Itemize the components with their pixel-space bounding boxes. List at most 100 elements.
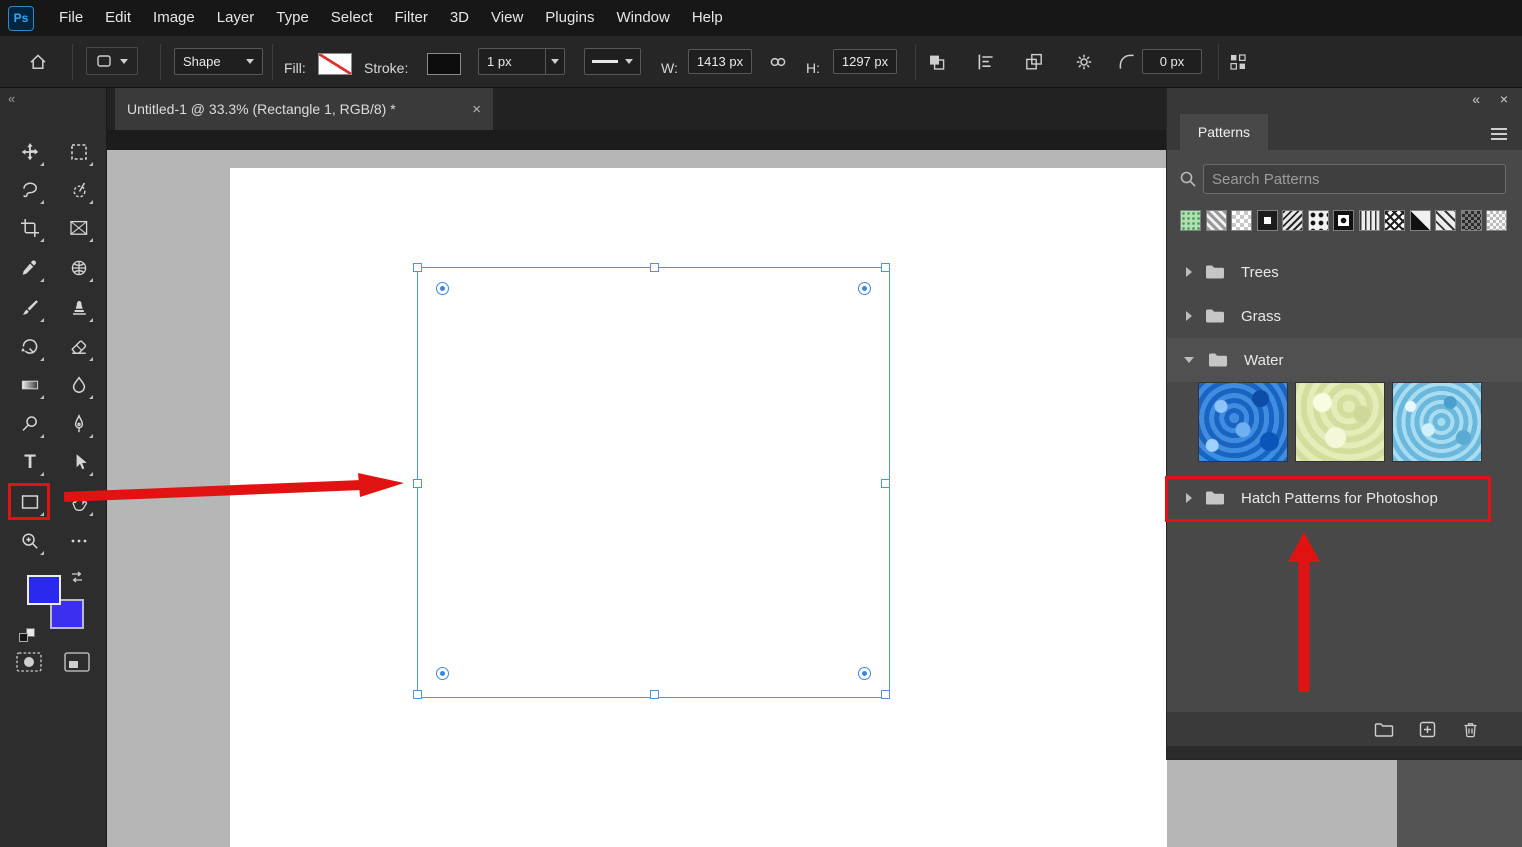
menu-layer[interactable]: Layer	[206, 0, 266, 36]
path-alignment-icon[interactable]	[974, 50, 998, 74]
pattern-swatch-diagonal-hatch[interactable]	[1282, 210, 1303, 231]
transform-handle-middle-right[interactable]	[881, 479, 890, 488]
blur-tool[interactable]	[62, 368, 96, 402]
transform-handle-middle-left[interactable]	[413, 479, 422, 488]
tab-patterns[interactable]: Patterns	[1180, 114, 1268, 150]
water-pattern-deep-blue[interactable]	[1198, 382, 1288, 462]
pen-tool[interactable]	[62, 407, 96, 441]
eraser-tool[interactable]	[62, 330, 96, 364]
pattern-swatch-dark-checker[interactable]	[1461, 210, 1482, 231]
stroke-swatch[interactable]	[427, 53, 461, 75]
clone-stamp-tool[interactable]	[62, 291, 96, 325]
lasso-tool[interactable]	[13, 173, 47, 207]
water-pattern-crystal[interactable]	[1392, 382, 1482, 462]
pattern-swatch-sparse-ticks[interactable]	[1435, 210, 1456, 231]
menu-help[interactable]: Help	[681, 0, 734, 36]
close-icon[interactable]: ×	[472, 101, 481, 118]
transform-handle-top-right[interactable]	[881, 263, 890, 272]
pattern-swatch-chevron-mesh[interactable]	[1384, 210, 1405, 231]
chevron-right-icon[interactable]	[1186, 311, 1192, 321]
stroke-style-combo[interactable]	[584, 48, 641, 75]
gear-icon[interactable]	[1072, 50, 1096, 74]
shape-width-field[interactable]: 1413 px	[688, 49, 752, 74]
panel-menu-icon[interactable]	[1491, 128, 1507, 130]
zoom-tool[interactable]	[13, 524, 47, 558]
menu-view[interactable]: View	[480, 0, 534, 36]
tool-mode-select[interactable]: Shape	[174, 48, 263, 75]
healing-brush-tool[interactable]	[62, 251, 96, 285]
menu-edit[interactable]: Edit	[94, 0, 142, 36]
pattern-group-water[interactable]: Water	[1167, 338, 1522, 382]
chevron-right-icon[interactable]	[1186, 267, 1192, 277]
brush-tool[interactable]	[13, 291, 47, 325]
stroke-width-combo[interactable]: 1 px	[478, 48, 565, 75]
tool-preset-picker[interactable]	[86, 47, 138, 75]
shape-selection-rectangle[interactable]	[417, 267, 890, 698]
path-arrangement-icon[interactable]	[1022, 50, 1046, 74]
pattern-swatch-vertical-lines[interactable]	[1359, 210, 1380, 231]
link-dimensions-icon[interactable]	[766, 50, 790, 74]
new-group-folder-icon[interactable]	[1374, 721, 1394, 738]
default-colors-icon[interactable]	[19, 628, 39, 644]
transform-handle-bottom-center[interactable]	[650, 690, 659, 699]
pattern-swatch-gray-zigzag[interactable]	[1206, 210, 1227, 231]
rectangular-marquee-tool[interactable]	[62, 135, 96, 169]
collapse-toolbar-icon[interactable]: «	[8, 91, 15, 106]
screen-mode-icon[interactable]	[63, 650, 91, 674]
water-pattern-pale-ripples[interactable]	[1295, 382, 1385, 462]
menu-file[interactable]: File	[48, 0, 94, 36]
pattern-group-grass[interactable]: Grass	[1167, 294, 1522, 338]
align-edges-icon[interactable]	[1226, 50, 1250, 74]
menu-plugins[interactable]: Plugins	[534, 0, 605, 36]
home-icon[interactable]	[26, 50, 50, 74]
corner-radius-handle-top-right[interactable]	[858, 282, 871, 295]
quick-mask-icon[interactable]	[15, 650, 43, 674]
menu-type[interactable]: Type	[265, 0, 320, 36]
new-pattern-icon[interactable]	[1418, 720, 1437, 739]
quick-selection-tool[interactable]	[62, 173, 96, 207]
frame-tool[interactable]	[62, 211, 96, 245]
pattern-swatch-square-inset[interactable]	[1333, 210, 1354, 231]
shape-height-field[interactable]: 1297 px	[833, 49, 897, 74]
corner-radius-field[interactable]: 0 px	[1142, 49, 1202, 74]
pattern-swatch-light-checker[interactable]	[1486, 210, 1507, 231]
menu-filter[interactable]: Filter	[384, 0, 439, 36]
transform-handle-top-left[interactable]	[413, 263, 422, 272]
menu-3d[interactable]: 3D	[439, 0, 480, 36]
menu-bar: Ps File Edit Image Layer Type Select Fil…	[0, 0, 1522, 36]
corner-radius-handle-top-left[interactable]	[436, 282, 449, 295]
swap-colors-icon[interactable]	[70, 569, 86, 585]
close-icon[interactable]: ×	[1500, 91, 1508, 107]
corner-radius-handle-bottom-left[interactable]	[436, 667, 449, 680]
pattern-swatch-green-speckle[interactable]	[1180, 210, 1201, 231]
history-brush-tool[interactable]	[13, 330, 47, 364]
chevron-down-icon[interactable]	[1184, 357, 1194, 363]
menu-window[interactable]: Window	[605, 0, 680, 36]
pattern-swatch-dark-glyph[interactable]	[1257, 210, 1278, 231]
foreground-color-swatch[interactable]	[27, 575, 61, 605]
gradient-tool[interactable]	[13, 368, 47, 402]
transform-handle-top-center[interactable]	[650, 263, 659, 272]
document-tab[interactable]: Untitled-1 @ 33.3% (Rectangle 1, RGB/8) …	[115, 88, 493, 130]
edit-toolbar-button[interactable]	[62, 524, 96, 558]
pattern-group-trees[interactable]: Trees	[1167, 250, 1522, 294]
pattern-swatch-checkerboard[interactable]	[1231, 210, 1252, 231]
transform-handle-bottom-left[interactable]	[413, 690, 422, 699]
type-tool[interactable]: T	[13, 445, 47, 479]
transform-handle-bottom-right[interactable]	[881, 690, 890, 699]
crop-tool[interactable]	[13, 211, 47, 245]
fill-swatch-none[interactable]	[318, 53, 352, 75]
chevron-down-icon[interactable]	[545, 49, 564, 74]
collapse-panel-icon[interactable]: «	[1472, 91, 1480, 107]
corner-radius-handle-bottom-right[interactable]	[858, 667, 871, 680]
dodge-tool[interactable]	[13, 407, 47, 441]
search-input[interactable]	[1203, 164, 1506, 194]
move-tool[interactable]	[13, 135, 47, 169]
pattern-swatch-half-diagonal[interactable]	[1410, 210, 1431, 231]
trash-icon[interactable]	[1461, 720, 1480, 739]
path-operations-icon[interactable]	[925, 50, 949, 74]
menu-image[interactable]: Image	[142, 0, 206, 36]
eyedropper-tool[interactable]	[13, 251, 47, 285]
menu-select[interactable]: Select	[320, 0, 384, 36]
pattern-swatch-dot-grid[interactable]	[1308, 210, 1329, 231]
